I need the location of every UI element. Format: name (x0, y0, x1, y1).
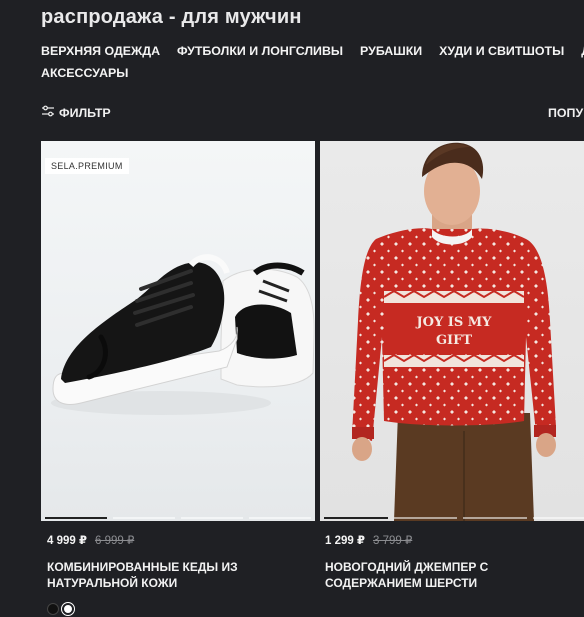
color-swatch-white[interactable] (61, 602, 75, 616)
category-link-outerwear[interactable]: ВЕРХНЯЯ ОДЕЖДА (41, 42, 160, 60)
image-indicator[interactable] (249, 517, 311, 519)
image-indicator[interactable] (393, 517, 457, 519)
color-swatches (41, 602, 315, 616)
image-indicator[interactable] (181, 517, 243, 519)
category-link-hoodies[interactable]: ХУДИ И СВИТШОТЫ (439, 42, 564, 60)
price-row: 4 999 ₽ 6 999 ₽ (41, 533, 315, 547)
product-card: SELA.PREMIUM 4 999 ₽ 6 999 ₽ КОМБИНИРОВА… (41, 141, 315, 616)
brand-badge: SELA.PREMIUM (45, 158, 129, 174)
filter-button[interactable]: ФИЛЬТР (41, 104, 111, 122)
color-swatch-black[interactable] (47, 603, 59, 615)
price-old: 3 799 ₽ (372, 535, 413, 547)
model-sweater-image: JOY IS MY GIFT (352, 142, 556, 521)
price-old: 6 999 ₽ (94, 535, 135, 547)
category-nav: ВЕРХНЯЯ ОДЕЖДА ФУТБОЛКИ И ЛОНГСЛИВЫ РУБА… (41, 42, 584, 82)
product-card: JOY IS MY GIFT 1 299 ₽ 3 799 ₽ НОВОГОДНИ… (320, 141, 584, 591)
product-name[interactable]: КОМБИНИРОВАННЫЕ КЕДЫ ИЗ НАТУРАЛЬНОЙ КОЖИ (41, 559, 287, 591)
image-indicator[interactable] (45, 517, 107, 519)
price-row: 1 299 ₽ 3 799 ₽ (320, 533, 584, 547)
filter-sliders-icon (41, 104, 55, 122)
sort-button[interactable]: ПОПУ (548, 106, 583, 120)
product-image[interactable]: SELA.PREMIUM (41, 141, 315, 521)
image-indicator[interactable] (463, 517, 527, 519)
image-indicator[interactable] (532, 517, 584, 519)
product-image[interactable]: JOY IS MY GIFT (320, 141, 584, 521)
category-link-tshirts[interactable]: ФУТБОЛКИ И ЛОНГСЛИВЫ (177, 42, 343, 60)
sweater-print-line2: GIFT (436, 333, 472, 348)
image-pager (41, 517, 315, 519)
sweater-print-line1: JOY IS MY (416, 315, 493, 330)
category-link-accessories[interactable]: АКСЕССУАРЫ (41, 64, 128, 82)
price-current: 4 999 ₽ (47, 535, 87, 547)
sneakers-image (51, 254, 315, 415)
price-current: 1 299 ₽ (325, 535, 365, 547)
image-indicator[interactable] (113, 517, 175, 519)
image-indicator[interactable] (324, 517, 388, 519)
filter-label: ФИЛЬТР (59, 106, 111, 120)
page-title: распродажа - для мужчин (41, 6, 302, 28)
product-name[interactable]: НОВОГОДНИЙ ДЖЕМПЕР С СОДЕРЖАНИЕМ ШЕРСТИ (320, 559, 565, 591)
image-pager (320, 517, 584, 519)
category-link-shirts[interactable]: РУБАШКИ (360, 42, 422, 60)
